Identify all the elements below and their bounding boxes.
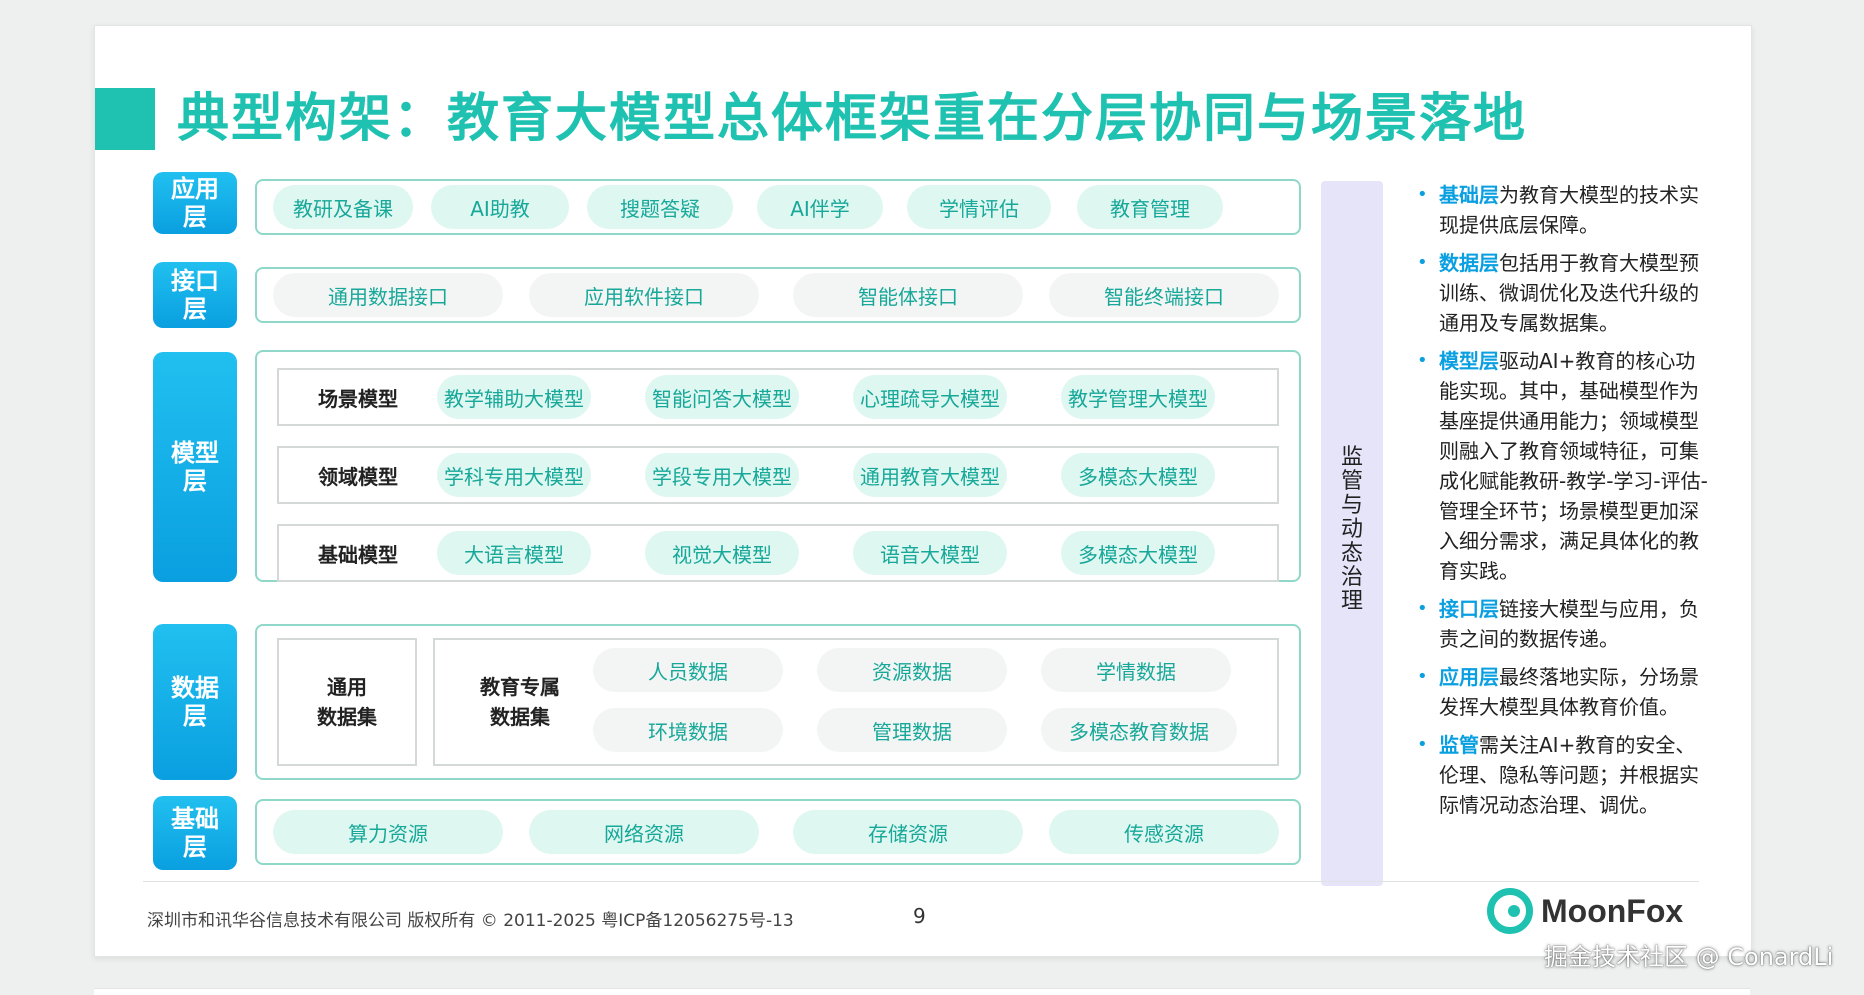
governance-label-char: 理: [1340, 589, 1363, 614]
pill-foundation-2: 网络资源: [529, 810, 759, 854]
row-label-domain: 领域模型: [318, 464, 398, 489]
model-row-domain: 领域模型 学科专用大模型 学段专用大模型 通用教育大模型 多模态大模型: [277, 446, 1279, 504]
note-item: • 应用层最终落地实际，分场景发挥大模型具体教育价值。: [1413, 662, 1713, 722]
row-label-base: 基础模型: [318, 542, 398, 567]
governance-label-char: 治: [1340, 565, 1363, 590]
pill-data-3: 学情数据: [1041, 648, 1231, 692]
governance-label-char: 态: [1340, 541, 1363, 566]
governance-label-char: 监: [1340, 445, 1363, 470]
footer-divider: [143, 881, 1699, 882]
general-dataset-cell: 通用 数据集: [277, 638, 417, 766]
slide-title: 典型构架：教育大模型总体框架重在分层协同与场景落地: [177, 89, 1528, 149]
layer-label-interface: 接口层: [153, 262, 237, 328]
layer-box-foundation: 算力资源 网络资源 存储资源 传感资源: [255, 799, 1301, 865]
pill-interface-2: 应用软件接口: [529, 273, 759, 317]
layer-label-data: 数据层: [153, 624, 237, 780]
moonfox-logo: MoonFox: [1487, 888, 1683, 934]
layer-label-model: 模型层: [153, 352, 237, 582]
pill-data-1: 人员数据: [593, 648, 783, 692]
pill-foundation-4: 传感资源: [1049, 810, 1279, 854]
model-row-scene: 场景模型 教学辅助大模型 智能问答大模型 心理疏导大模型 教学管理大模型: [277, 368, 1279, 426]
moonfox-logo-icon: [1487, 888, 1533, 934]
pill-base-2: 视觉大模型: [645, 531, 799, 575]
layer-box-application: 教研及备课 AI助教 搜题答疑 AI伴学 学情评估 教育管理: [255, 179, 1301, 235]
pill-scene-2: 智能问答大模型: [645, 375, 799, 419]
note-keyword: 接口层: [1439, 597, 1499, 621]
note-keyword: 监管: [1439, 733, 1479, 757]
row-label-scene: 场景模型: [318, 386, 398, 411]
bullet-icon: •: [1417, 666, 1428, 687]
note-item: • 监管需关注AI+教育的安全、伦理、隐私等问题；并根据实际情况动态治理、调优。: [1413, 730, 1713, 820]
bullet-icon: •: [1417, 350, 1428, 371]
bullet-icon: •: [1417, 252, 1428, 273]
pill-scene-3: 心理疏导大模型: [853, 375, 1007, 419]
pill-app-1: 教研及备课: [273, 185, 413, 229]
page-number: 9: [913, 904, 926, 928]
pill-base-4: 多模态大模型: [1061, 531, 1215, 575]
notes-list: • 基础层为教育大模型的技术实现提供底层保障。 • 数据层包括用于教育大模型预训练、微…: [1413, 180, 1713, 828]
pill-data-5: 管理数据: [817, 708, 1007, 752]
note-keyword: 应用层: [1439, 665, 1499, 689]
note-item: • 接口层链接大模型与应用，负责之间的数据传递。: [1413, 594, 1713, 654]
governance-label-char: 动: [1340, 517, 1363, 542]
pill-data-2: 资源数据: [817, 648, 1007, 692]
note-text: 驱动AI+教育的核心功能实现。其中，基础模型作为基座提供通用能力；领域模型则融入…: [1439, 349, 1708, 583]
note-keyword: 基础层: [1439, 183, 1499, 207]
note-item: • 模型层驱动AI+教育的核心功能实现。其中，基础模型作为基座提供通用能力；领域模…: [1413, 346, 1713, 586]
pill-interface-4: 智能终端接口: [1049, 273, 1279, 317]
bullet-icon: •: [1417, 184, 1428, 205]
governance-label: 监管与动态治理: [1321, 446, 1383, 614]
pill-scene-1: 教学辅助大模型: [437, 375, 591, 419]
general-dataset-label: 通用 数据集: [317, 675, 377, 729]
copyright-text: 深圳市和讯华谷信息技术有限公司 版权所有 © 2011-2025 粤ICP备12…: [147, 911, 794, 931]
model-row-base: 基础模型 大语言模型 视觉大模型 语音大模型 多模态大模型: [277, 524, 1279, 582]
pill-scene-4: 教学管理大模型: [1061, 375, 1215, 419]
pill-data-6: 多模态教育数据: [1041, 708, 1237, 752]
pill-app-3: 搜题答疑: [587, 185, 733, 229]
governance-label-char: 与: [1340, 493, 1363, 518]
layer-label-application: 应用层: [153, 172, 237, 234]
pill-foundation-1: 算力资源: [273, 810, 503, 854]
slide: 典型构架：教育大模型总体框架重在分层协同与场景落地 应用层 教研及备课 AI助教…: [94, 25, 1752, 957]
pill-app-2: AI助教: [431, 185, 569, 229]
layer-box-interface: 通用数据接口 应用软件接口 智能体接口 智能终端接口: [255, 267, 1301, 323]
layer-label-foundation: 基础层: [153, 796, 237, 870]
edu-dataset-label: 教育专属 数据集: [480, 675, 560, 729]
pill-data-4: 环境数据: [593, 708, 783, 752]
pill-app-5: 学情评估: [907, 185, 1051, 229]
pill-base-1: 大语言模型: [437, 531, 591, 575]
note-item: • 数据层包括用于教育大模型预训练、微调优化及迭代升级的通用及专属数据集。: [1413, 248, 1713, 338]
governance-label-char: 管: [1340, 469, 1363, 494]
pill-domain-3: 通用教育大模型: [853, 453, 1007, 497]
pill-domain-1: 学科专用大模型: [437, 453, 591, 497]
note-keyword: 模型层: [1439, 349, 1499, 373]
pill-app-4: AI伴学: [757, 185, 883, 229]
bullet-icon: •: [1417, 598, 1428, 619]
note-keyword: 数据层: [1439, 251, 1499, 275]
note-item: • 基础层为教育大模型的技术实现提供底层保障。: [1413, 180, 1713, 240]
title-accent-bar: [95, 88, 155, 150]
bullet-icon: •: [1417, 734, 1428, 755]
pill-foundation-3: 存储资源: [793, 810, 1023, 854]
layer-box-model: 场景模型 教学辅助大模型 智能问答大模型 心理疏导大模型 教学管理大模型 领域模…: [255, 350, 1301, 582]
edu-dataset-cell: 教育专属 数据集 人员数据 资源数据 学情数据 环境数据 管理数据 多模态教育数…: [433, 638, 1279, 766]
pill-app-6: 教育管理: [1077, 185, 1223, 229]
pill-domain-2: 学段专用大模型: [645, 453, 799, 497]
pill-base-3: 语音大模型: [853, 531, 1007, 575]
layer-box-data: 通用 数据集 教育专属 数据集 人员数据 资源数据 学情数据 环境数据 管理数据…: [255, 624, 1301, 780]
pill-domain-4: 多模态大模型: [1061, 453, 1215, 497]
watermark-text: 掘金技术社区 @ ConardLi: [1544, 943, 1834, 971]
pill-interface-3: 智能体接口: [793, 273, 1023, 317]
moonfox-logo-text: MoonFox: [1541, 892, 1684, 929]
pill-interface-1: 通用数据接口: [273, 273, 503, 317]
